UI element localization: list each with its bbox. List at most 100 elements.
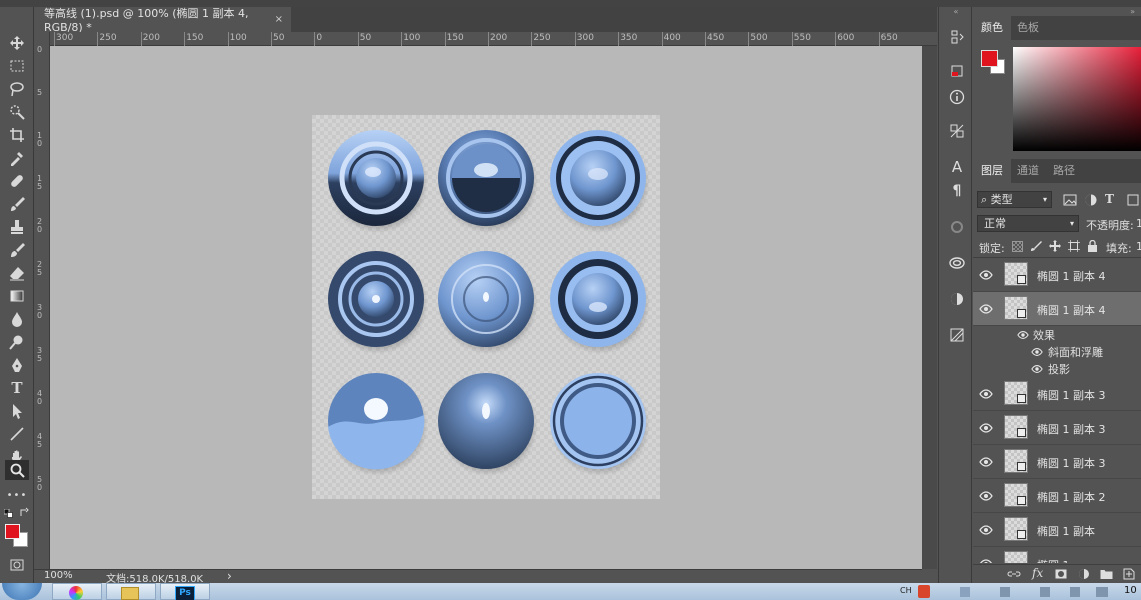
dodge-tool-icon[interactable] [5,332,29,352]
lock-transparent-icon[interactable] [1012,241,1023,252]
new-layer-icon[interactable] [1123,568,1135,580]
color-picker-field[interactable] [1013,47,1141,151]
layer-row[interactable]: 椭圆 1 副本 3 [973,411,1141,445]
styles-panel-icon[interactable] [947,325,967,345]
blur-tool-icon[interactable] [5,309,29,329]
eyedropper-tool-icon[interactable] [5,148,29,168]
line-tool-icon[interactable] [5,424,29,444]
layer-row[interactable]: 椭圆 1 副本 4 [973,258,1141,292]
layer-row[interactable]: 椭圆 1 副本 2 [973,479,1141,513]
start-button[interactable] [2,583,42,600]
tab-layers[interactable]: 图层 [973,159,1011,183]
eye-icon[interactable] [979,268,993,282]
marquee-tool-icon[interactable] [5,56,29,76]
taskbar-app-explorer[interactable] [106,583,156,600]
adjustment-filter-icon[interactable] [1084,193,1098,207]
healing-tool-icon[interactable] [5,171,29,191]
tab-swatches[interactable]: 色板 [1009,16,1047,40]
taskbar-clock[interactable]: 10 [1124,585,1137,596]
layer-row[interactable]: 椭圆 1 副本 [973,513,1141,547]
layer-row[interactable]: 椭圆 1 副本 3 [973,445,1141,479]
close-tab-icon[interactable]: × [275,14,283,25]
lock-pixels-icon[interactable] [1030,240,1042,252]
tray-icon[interactable] [960,587,970,597]
history-panel-icon[interactable] [947,27,967,47]
info-panel-icon[interactable] [947,87,967,107]
eye-icon[interactable] [979,455,993,469]
path-select-tool-icon[interactable] [5,401,29,421]
tray-icon[interactable] [1070,587,1080,597]
layer-filter-select[interactable]: ⌕ 类型 ▾ [977,191,1052,208]
image-filter-icon[interactable] [1063,193,1077,207]
tab-color[interactable]: 颜色 [973,16,1011,40]
layer-row[interactable]: 椭圆 1 副本 4 [973,292,1141,326]
properties-panel-icon[interactable] [947,121,967,141]
lasso-tool-icon[interactable] [5,79,29,99]
quick-select-tool-icon[interactable] [5,102,29,122]
paragraph-panel-icon[interactable]: ¶ [947,181,967,201]
eye-icon[interactable] [979,421,993,435]
canvas-area[interactable] [50,46,922,569]
foreground-color-swatch[interactable] [5,524,20,539]
new-group-icon[interactable] [1100,568,1113,580]
document-image[interactable] [312,115,660,499]
layer-row[interactable]: 椭圆 1 [973,547,1141,563]
stamp-tool-icon[interactable] [5,217,29,237]
zoom-tool-icon[interactable] [5,460,29,480]
tab-channels[interactable]: 通道 [1009,159,1047,183]
add-mask-icon[interactable] [1055,568,1067,580]
eye-icon[interactable] [1017,329,1029,341]
zoom-level[interactable]: 100% [44,570,73,581]
swap-colors-icon[interactable] [20,507,30,517]
layer-effects-row[interactable]: 效果 [973,326,1141,343]
move-tool-icon[interactable] [5,33,29,53]
history-brush-tool-icon[interactable] [5,240,29,260]
character-panel-icon[interactable]: A [947,157,967,177]
tray-icon[interactable] [1040,587,1050,597]
layer-effect-item[interactable]: 投影 [973,360,1141,377]
brush-settings-icon[interactable] [947,217,967,237]
default-colors-icon[interactable] [3,508,13,518]
lock-position-icon[interactable] [1049,240,1061,252]
brush-tool-icon[interactable] [5,194,29,214]
collapse-strip-icon[interactable]: « [939,7,973,16]
ime-indicator[interactable]: CH [900,586,912,595]
lock-all-icon[interactable] [1087,239,1098,252]
eye-icon[interactable] [979,489,993,503]
type-filter-icon[interactable]: T [1105,192,1119,206]
eye-icon[interactable] [979,523,993,537]
crop-tool-icon[interactable] [5,125,29,145]
taskbar-app-browser[interactable] [52,583,102,600]
volume-icon[interactable] [1096,587,1108,597]
collapse-panels-icon[interactable]: » [973,7,1141,16]
adjustments-panel-icon[interactable] [947,289,967,309]
eye-icon[interactable] [979,557,993,563]
fill-value[interactable]: 1 [1136,240,1141,253]
opacity-value[interactable]: 1 [1136,217,1141,230]
lock-artboard-icon[interactable] [1068,240,1080,252]
tab-paths[interactable]: 路径 [1045,159,1083,183]
color-panel-foreground-swatch[interactable] [981,50,998,67]
blend-mode-select[interactable]: 正常 ▾ [977,215,1079,232]
shape-filter-icon[interactable] [1126,193,1140,207]
layer-effect-item[interactable]: 斜面和浮雕 [973,343,1141,360]
eraser-tool-icon[interactable] [5,263,29,283]
vertical-scrollbar[interactable] [922,46,937,569]
actions-panel-icon[interactable] [947,61,967,81]
libraries-panel-icon[interactable] [947,253,967,273]
type-tool-icon[interactable]: T [5,378,29,398]
more-tools-icon[interactable]: ••• [5,485,29,505]
layer-row[interactable]: 椭圆 1 副本 3 [973,377,1141,411]
layer-style-button[interactable]: fx [1032,566,1043,580]
document-tab[interactable]: 等高线 (1).psd @ 100% (椭圆 1 副本 4, RGB/8) * … [34,7,291,34]
gradient-tool-icon[interactable] [5,286,29,306]
eye-icon[interactable] [1031,363,1043,375]
eye-icon[interactable] [1031,346,1043,358]
pen-tool-icon[interactable] [5,355,29,375]
link-layers-icon[interactable] [1007,568,1021,580]
new-adjustment-layer-icon[interactable] [1078,568,1090,580]
tray-app-icon[interactable] [918,585,930,598]
eye-icon[interactable] [979,387,993,401]
tray-icon[interactable] [1000,587,1010,597]
quick-mask-icon[interactable] [5,555,29,575]
